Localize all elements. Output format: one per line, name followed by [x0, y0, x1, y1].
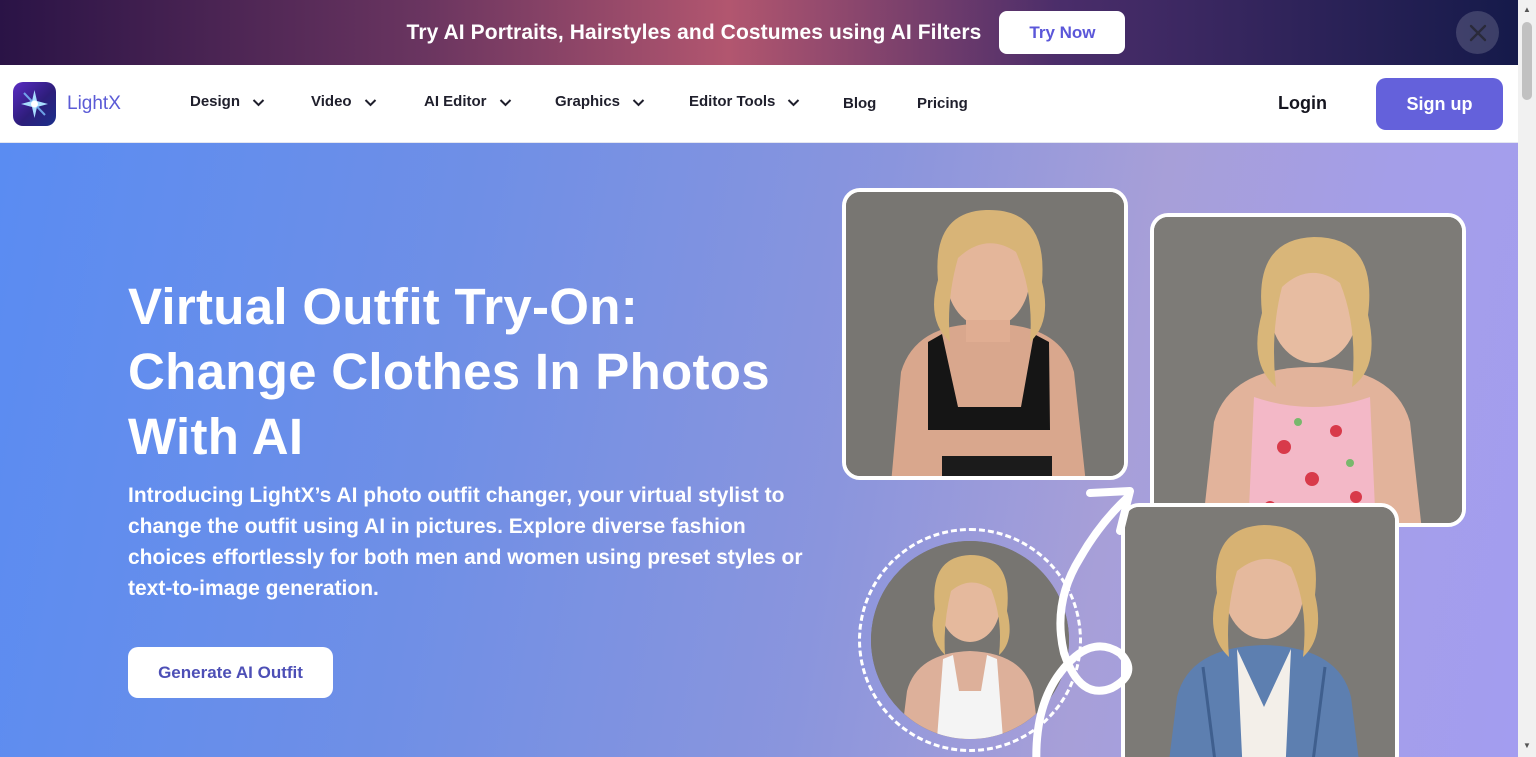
chevron-down-icon [252, 98, 265, 106]
promo-banner: Try AI Portraits, Hairstyles and Costume… [0, 0, 1518, 65]
hero-title-line: Virtual Outfit Try-On: [128, 278, 639, 335]
scroll-thumb[interactable] [1522, 22, 1532, 100]
page-scrollbar[interactable]: ▲ ▼ [1518, 0, 1536, 757]
outfit-image-floral-dress [1150, 213, 1466, 527]
signup-button[interactable]: Sign up [1376, 78, 1503, 130]
promo-text: Try AI Portraits, Hairstyles and Costume… [406, 20, 982, 44]
nav-item-graphics[interactable]: Graphics [555, 93, 645, 110]
chevron-down-icon [499, 98, 511, 106]
nav-item-design[interactable]: Design [190, 93, 265, 110]
nav-item-ai-editor[interactable]: AI Editor [424, 93, 512, 110]
nav-item-label: Pricing [917, 95, 968, 112]
nav-item-label: Graphics [555, 93, 621, 110]
outfit-image-denim-jacket [1121, 503, 1399, 757]
nav-item-label: Video [311, 93, 352, 110]
hero-title: Virtual Outfit Try-On: Change Clothes In… [128, 274, 828, 469]
curved-arrow-icon [1032, 487, 1134, 757]
nav-item-label: Design [190, 93, 241, 110]
chevron-down-icon [788, 98, 800, 106]
generate-ai-outfit-button[interactable]: Generate AI Outfit [128, 647, 333, 698]
close-icon [1469, 24, 1486, 41]
chevron-down-icon [364, 98, 376, 106]
hero-description: Introducing LightX’s AI photo outfit cha… [128, 484, 803, 600]
logo-text: LightX [67, 93, 121, 114]
main-navigation: LightX Design Video AI Editor Graphics E… [0, 65, 1518, 143]
nav-item-editor-tools[interactable]: Editor Tools [689, 93, 800, 110]
try-now-button[interactable]: Try Now [999, 11, 1126, 54]
scroll-down-arrow-icon[interactable]: ▼ [1522, 741, 1532, 751]
nav-item-label: Editor Tools [689, 93, 776, 110]
login-link[interactable]: Login [1278, 93, 1327, 114]
logo-link[interactable]: LightX [13, 82, 121, 126]
close-promo-button[interactable] [1456, 11, 1499, 54]
chevron-down-icon [632, 98, 645, 106]
nav-item-label: Blog [843, 95, 877, 112]
hero-title-line: With AI [128, 408, 304, 465]
scroll-up-arrow-icon[interactable]: ▲ [1522, 5, 1532, 15]
nav-item-label: AI Editor [424, 93, 487, 110]
nav-item-blog[interactable]: Blog [843, 95, 876, 112]
outfit-image-black-top [842, 188, 1128, 480]
lightx-logo-icon [13, 82, 56, 126]
hero-title-line: Change Clothes In Photos [128, 343, 770, 400]
hero-section: Virtual Outfit Try-On: Change Clothes In… [0, 143, 1518, 757]
nav-item-pricing[interactable]: Pricing [917, 95, 968, 112]
nav-item-video[interactable]: Video [311, 93, 377, 110]
